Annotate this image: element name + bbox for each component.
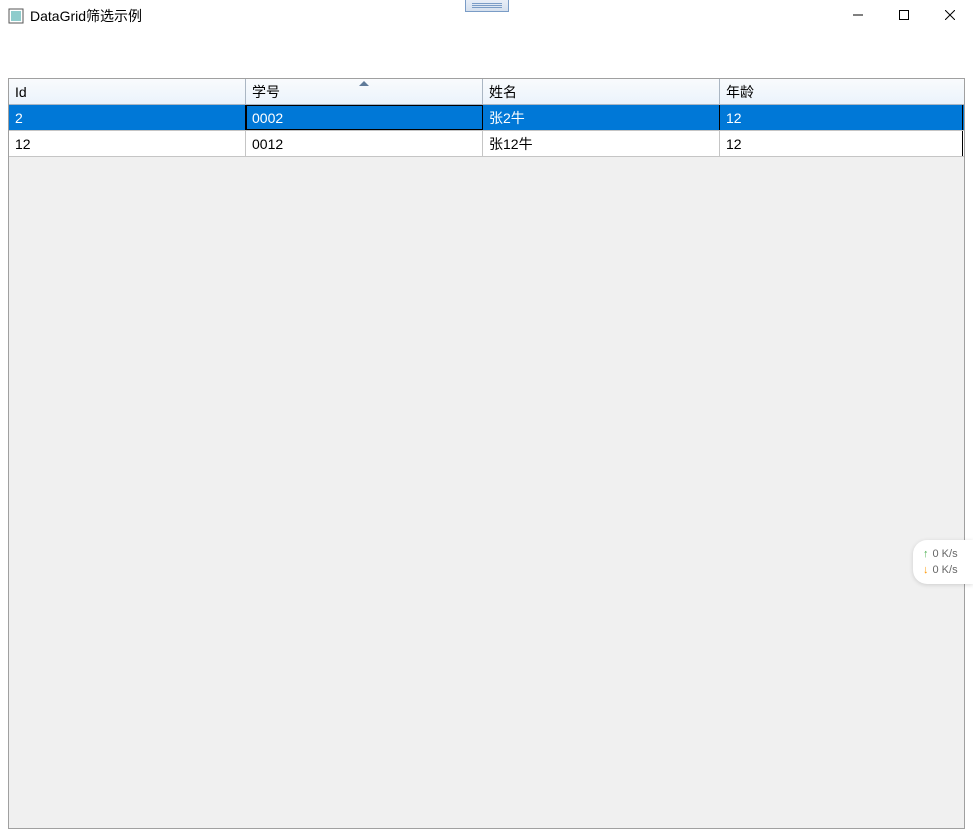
cell-studentno[interactable]: 0002 — [246, 105, 483, 130]
app-icon — [8, 8, 24, 24]
upload-arrow-icon: ↑ — [923, 546, 929, 562]
network-speed-widget[interactable]: ↑ 0 K/s ↓ 0 K/s — [913, 540, 973, 584]
cell-name[interactable]: 张2牛 — [483, 105, 720, 130]
download-arrow-icon: ↓ — [923, 562, 929, 578]
datagrid[interactable]: Id 学号 姓名 年龄 2 0002 张2牛 12 12 0012 — [8, 78, 965, 829]
sort-ascending-icon — [359, 81, 369, 86]
window-title: DataGrid筛选示例 — [30, 6, 142, 26]
column-header-id[interactable]: Id — [9, 79, 246, 104]
cell-age[interactable]: 12 — [720, 131, 963, 156]
download-speed-value: 0 K/s — [933, 562, 958, 578]
table-row[interactable]: 2 0002 张2牛 12 — [9, 105, 964, 131]
upload-speed-row: ↑ 0 K/s — [923, 546, 969, 562]
cell-name[interactable]: 张12牛 — [483, 131, 720, 156]
maximize-button[interactable] — [881, 0, 927, 30]
cell-id[interactable]: 2 — [9, 105, 246, 130]
column-header-studentno[interactable]: 学号 — [246, 79, 483, 104]
download-speed-row: ↓ 0 K/s — [923, 562, 969, 578]
grid-body[interactable]: 2 0002 张2牛 12 12 0012 张12牛 12 — [9, 105, 964, 828]
titlebar[interactable]: DataGrid筛选示例 — [0, 0, 973, 32]
upload-speed-value: 0 K/s — [933, 546, 958, 562]
column-header-label: 姓名 — [489, 82, 517, 102]
column-header-age[interactable]: 年龄 — [720, 79, 963, 104]
cell-studentno[interactable]: 0012 — [246, 131, 483, 156]
column-header-label: 年龄 — [726, 82, 754, 102]
column-header-name[interactable]: 姓名 — [483, 79, 720, 104]
close-button[interactable] — [927, 0, 973, 30]
column-header-label: 学号 — [252, 82, 280, 102]
window-controls — [835, 0, 973, 30]
content-area: Id 学号 姓名 年龄 2 0002 张2牛 12 12 0012 — [0, 32, 973, 799]
column-header-label: Id — [15, 84, 27, 100]
top-drag-handle[interactable] — [465, 0, 509, 12]
table-row[interactable]: 12 0012 张12牛 12 — [9, 131, 964, 157]
minimize-button[interactable] — [835, 0, 881, 30]
grid-header-row: Id 学号 姓名 年龄 — [9, 79, 964, 105]
cell-id[interactable]: 12 — [9, 131, 246, 156]
cell-age[interactable]: 12 — [720, 105, 963, 130]
